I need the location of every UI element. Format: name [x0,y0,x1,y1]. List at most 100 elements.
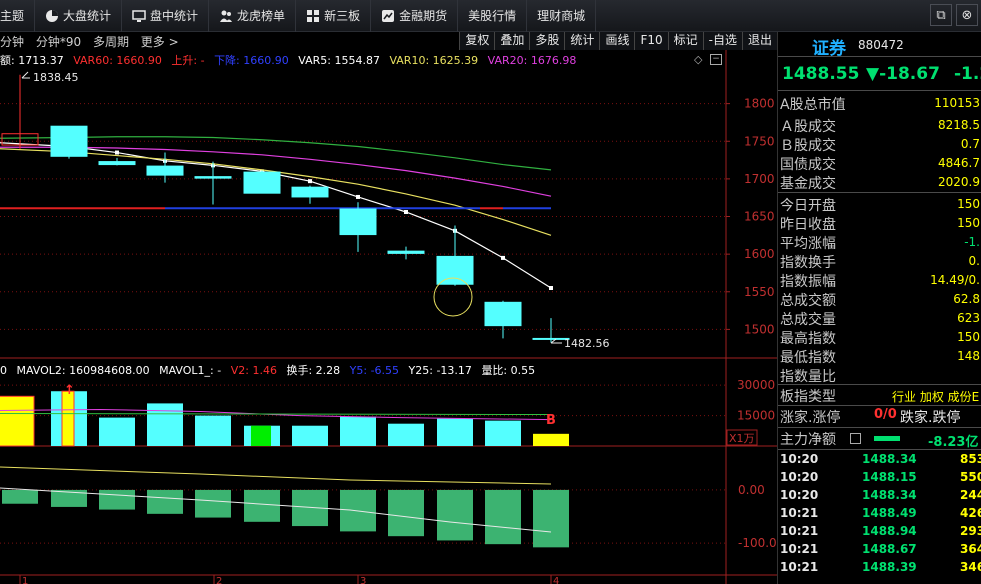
stat-row: 指数量比 [780,366,980,385]
stat-label: Ｂ股成交 [780,138,836,154]
tick-row: 10:21 1488.67 364 [780,542,981,560]
candle-body [194,176,232,179]
high-annotation-arrow [21,71,30,79]
tick-price: 1488.67 [862,542,917,556]
tick-time: 10:21 [780,560,819,574]
stat-row: 最低指数 148 [780,347,980,366]
grid-icon [307,9,320,22]
menu-financial-futures[interactable]: 金融期货 [371,0,459,32]
high-annotation: 1838.45 [33,71,79,84]
menu-new-third-board[interactable]: 新三板 [296,0,372,32]
main-capital-value: -8.23亿 [928,435,979,450]
menu-market-stats[interactable]: 大盘统计 [35,0,123,32]
volume-bar [340,416,376,446]
menu-topic-label: 主题 [0,9,25,23]
menu-new-third-board-label: 新三板 [324,9,361,23]
exit-button[interactable]: 退出 [741,32,777,50]
volume-bar [485,420,521,446]
indicator-bar [244,489,280,522]
menu-topic[interactable]: 主题 [0,0,36,32]
close-window-button[interactable]: ⊗ [956,4,978,26]
pie-icon [46,9,59,22]
adjust-button[interactable]: 复权 [459,32,495,50]
volume-bar [533,433,569,446]
tab-minute[interactable]: 分钟 [0,35,24,49]
tick-price: 1488.34 [862,452,917,466]
restore-icon: ⧉ [936,7,946,23]
up-arrow-marker: ↑ [64,383,75,398]
multi-stock-button[interactable]: 多股 [529,32,565,50]
ma-point [501,255,505,260]
price-tick-label: 1650 [744,210,775,224]
plate-type-row: 板指类型 行业 加权 成份E [780,386,980,405]
stat-row: 基金成交 2020.9 [780,173,980,192]
tick-price: 1488.39 [862,560,917,574]
volume-bar-accent [61,390,75,447]
stat-value: 14.49/0. [930,273,980,287]
tick-volume: 244 [960,488,981,502]
price-tick-label: 1550 [744,285,775,299]
quote-panel: 证券 880472 1488.55 ▼-18.67 -1.24 A股总市值110… [777,32,981,584]
tick-row: 10:20 1488.34 244 [780,488,981,506]
menu-dragon-tiger-label: 龙虎榜单 [237,9,286,23]
indicator-tick-label: 0.00 [738,483,765,497]
tab-more[interactable]: 更多 > [141,35,179,49]
volume-bars: ↑B [0,383,569,447]
close-icon: ⊗ [961,7,973,23]
stat-label: 最低指数 [780,350,836,366]
stat-row: 昨日收盘 150 [780,214,980,233]
statistics-button[interactable]: 统计 [564,32,600,50]
menu-intraday-stats[interactable]: 盘中统计 [122,0,210,32]
menu-financial-futures-label: 金融期货 [399,9,448,23]
stat-value: 623 [957,311,980,325]
period-tabs: 分钟 分钟*90 多周期 更多 > [0,33,187,50]
tick-volume: 853 [960,452,981,466]
candle-body [339,208,377,236]
ma-point [115,150,119,155]
stat-value: -1. [964,235,980,249]
stat-row: 总成交量 623 [780,309,980,328]
tick-price: 1488.49 [862,506,917,520]
indicator-bar [388,489,424,537]
capital-bar [874,436,900,441]
chart-icon [382,9,395,22]
menu-us-stocks-label: 美股行情 [468,9,517,23]
candle-body [436,255,474,285]
menu-dragon-tiger[interactable]: 龙虎榜单 [209,0,297,32]
mark-button[interactable]: 标记 [667,32,703,50]
x-tick-label: 3 [360,576,366,584]
indicator-line [0,466,552,485]
volume-bar [388,423,424,446]
list-icon[interactable] [850,433,861,444]
f10-button[interactable]: F10 [634,32,668,50]
candle-body [484,301,522,327]
price-change: ▼-18.67 [866,64,940,84]
people-icon [220,10,233,22]
stat-label: 指数量比 [780,369,836,385]
overlay-button[interactable]: 叠加 [494,32,530,50]
candle-body [387,250,425,254]
main-capital-label: 主力净额 [780,432,836,448]
kline-chart[interactable]: ↑B 1800175017001650160015501500300001500… [0,50,777,584]
stat-label: 总成交量 [780,312,836,328]
indicator-bar [99,489,135,510]
stat-row: 平均涨幅 -1. [780,233,980,252]
tick-volume: 426 [960,506,981,520]
index-code: 880472 [858,38,904,52]
remove-watchlist-button[interactable]: -自选 [702,32,742,50]
tick-volume: 293 [960,524,981,538]
plate-type-label: 板指类型 [780,389,836,405]
stat-label: 指数振幅 [780,274,836,290]
candle-body [146,165,184,176]
x-tick-label: 4 [553,576,559,584]
tab-multi-period[interactable]: 多周期 [93,35,129,49]
restore-window-button[interactable]: ⧉ [930,4,952,26]
tick-row: 10:20 1488.34 853 [780,452,981,470]
draw-line-button[interactable]: 画线 [599,32,635,50]
tab-minute-90[interactable]: 分钟*90 [36,35,81,49]
menu-us-stocks[interactable]: 美股行情 [458,0,528,32]
menu-wealth-mall[interactable]: 理财商城 [527,0,597,32]
volume-tick-label: 30000 [737,378,775,392]
stat-row: 指数振幅 14.49/0. [780,271,980,290]
volume-tick-label: 15000 [737,409,775,423]
